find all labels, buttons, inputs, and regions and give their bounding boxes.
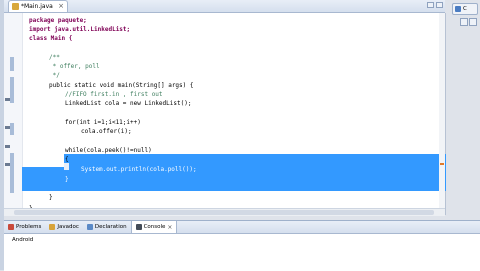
gutter-marker <box>5 163 10 166</box>
gutter-marker <box>5 145 10 148</box>
code-line: class Main { <box>29 35 72 43</box>
fold-indicator <box>10 57 14 71</box>
javadoc-icon <box>49 224 56 230</box>
code-text: while(cola.peek()!=null) <box>65 147 152 154</box>
fold-indicator <box>10 153 14 193</box>
maximize-button[interactable] <box>469 18 477 26</box>
view-tab-strip: Problems Javadoc Declaration Console × <box>4 221 480 234</box>
code-text: for(int i=1;i<11;i++) <box>65 119 141 126</box>
code-text: public static void main(String[] args) { <box>49 82 194 89</box>
close-icon[interactable]: × <box>167 224 172 231</box>
tab-console[interactable]: Console × <box>130 221 178 233</box>
vertical-scrollbar[interactable] <box>439 13 445 215</box>
tab-label: Console <box>143 224 166 230</box>
tab-label: Problems <box>16 224 42 230</box>
code-text: /** <box>49 54 60 61</box>
tab-label: *Main.java <box>21 3 53 10</box>
horizontal-scrollbar[interactable] <box>4 208 445 216</box>
tab-main-java[interactable]: *Main.java × <box>8 0 68 12</box>
code-line: package paquete; <box>29 17 87 25</box>
problems-icon <box>8 224 14 230</box>
bottom-views-panel: Problems Javadoc Declaration Console × A… <box>4 220 480 271</box>
code-text: } <box>49 194 53 201</box>
declaration-icon <box>86 224 93 230</box>
code-line: * offer, poll <box>49 63 100 71</box>
editor-window-controls <box>427 2 443 8</box>
code-text: class Main { <box>29 35 73 42</box>
minimize-button[interactable] <box>427 2 434 8</box>
code-line: while(cola.peek()!=null) <box>65 147 152 155</box>
perspective-button[interactable]: C <box>452 3 478 15</box>
tab-label: Javadoc <box>57 224 79 230</box>
code-text: } <box>65 176 69 183</box>
minimize-button[interactable] <box>460 18 468 26</box>
caret <box>64 163 69 170</box>
code-line: */ <box>49 72 60 80</box>
code-text: cola.offer(i); <box>81 128 132 135</box>
gutter-marker <box>5 98 10 101</box>
close-icon[interactable]: × <box>58 3 67 10</box>
code-line: //FIFO first.in , first out <box>65 91 163 99</box>
code-text: //FIFO first.in , first out <box>65 91 163 98</box>
fold-indicator <box>10 123 14 135</box>
perspective-icon <box>455 6 461 12</box>
code-line: } <box>65 176 69 184</box>
perspective-label: C <box>463 6 467 12</box>
tab-javadoc[interactable]: Javadoc <box>45 221 83 233</box>
tab-declaration[interactable]: Declaration <box>83 221 131 233</box>
console-output: Android <box>12 237 34 243</box>
code-line: /** <box>49 54 60 62</box>
code-text: LinkedList cola = new LinkedList(); <box>65 100 192 107</box>
code-line: for(int i=1;i<11;i++) <box>65 119 141 127</box>
gutter-marker <box>5 126 10 129</box>
perspective-bar: C <box>446 0 480 220</box>
text-selection-tail <box>22 167 67 191</box>
code-text: * offer, poll <box>49 63 100 70</box>
overview-ruler-mark[interactable] <box>440 163 444 165</box>
code-text: package paquete; <box>29 17 87 24</box>
maximize-button[interactable] <box>436 2 443 8</box>
code-line: System.out.println(cola.poll()); <box>81 166 197 174</box>
scrollbar-thumb[interactable] <box>14 210 434 215</box>
code-line: } <box>49 194 53 202</box>
console-icon <box>135 224 142 230</box>
code-line: cola.offer(i); <box>81 128 132 136</box>
code-line: { <box>65 156 69 164</box>
code-text: System.out.println(cola.poll()); <box>81 166 197 173</box>
fold-indicator <box>10 77 14 103</box>
code-text: { <box>65 156 69 163</box>
java-file-icon <box>12 3 19 10</box>
editor-tab-strip: *Main.java × <box>4 0 445 13</box>
code-text: */ <box>49 72 60 79</box>
editor-gutter <box>4 13 23 215</box>
tab-problems[interactable]: Problems <box>4 221 45 233</box>
code-line: import java.util.LinkedList; <box>29 26 130 34</box>
code-line: LinkedList cola = new LinkedList(); <box>65 100 191 108</box>
code-editor[interactable]: package paquete; import java.util.Linked… <box>4 13 447 215</box>
code-text: import java.util.LinkedList; <box>29 26 131 33</box>
code-line: public static void main(String[] args) { <box>49 82 194 90</box>
tab-label: Declaration <box>94 224 127 230</box>
